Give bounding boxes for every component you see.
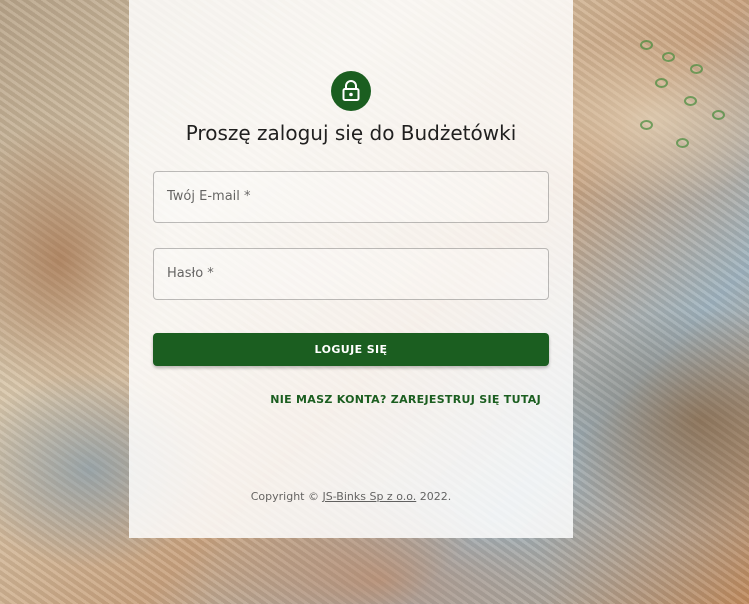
register-link[interactable]: NIE MASZ KONTA? ZAREJESTRUJ SIĘ TUTAJ (270, 393, 541, 406)
background-decoration (712, 110, 725, 120)
password-field[interactable]: Hasło * (153, 248, 549, 300)
page-title: Proszę zaloguj się do Budżetówki (185, 121, 517, 145)
copyright: Copyright © JS-Binks Sp z o.o. 2022. (129, 490, 573, 503)
lock-avatar (331, 71, 371, 111)
password-field-label: Hasło * (167, 266, 214, 281)
email-field[interactable]: Twój E-mail * (153, 171, 549, 223)
background-decoration (655, 78, 668, 88)
email-field-label: Twój E-mail * (167, 189, 251, 204)
background-decoration (640, 120, 653, 130)
login-button[interactable]: LOGUJE SIĘ (153, 333, 549, 366)
background-decoration (684, 96, 697, 106)
background-decoration (676, 138, 689, 148)
background-decoration (690, 64, 703, 74)
background-decoration (640, 40, 653, 50)
copyright-prefix: Copyright © (250, 490, 323, 503)
login-card: Proszę zaloguj się do Budżetówki Twój E-… (129, 0, 573, 538)
background-decoration (662, 52, 675, 62)
copyright-suffix: 2022. (416, 490, 452, 503)
lock-icon (342, 80, 360, 101)
company-link[interactable]: JS-Binks Sp z o.o. (322, 490, 416, 503)
